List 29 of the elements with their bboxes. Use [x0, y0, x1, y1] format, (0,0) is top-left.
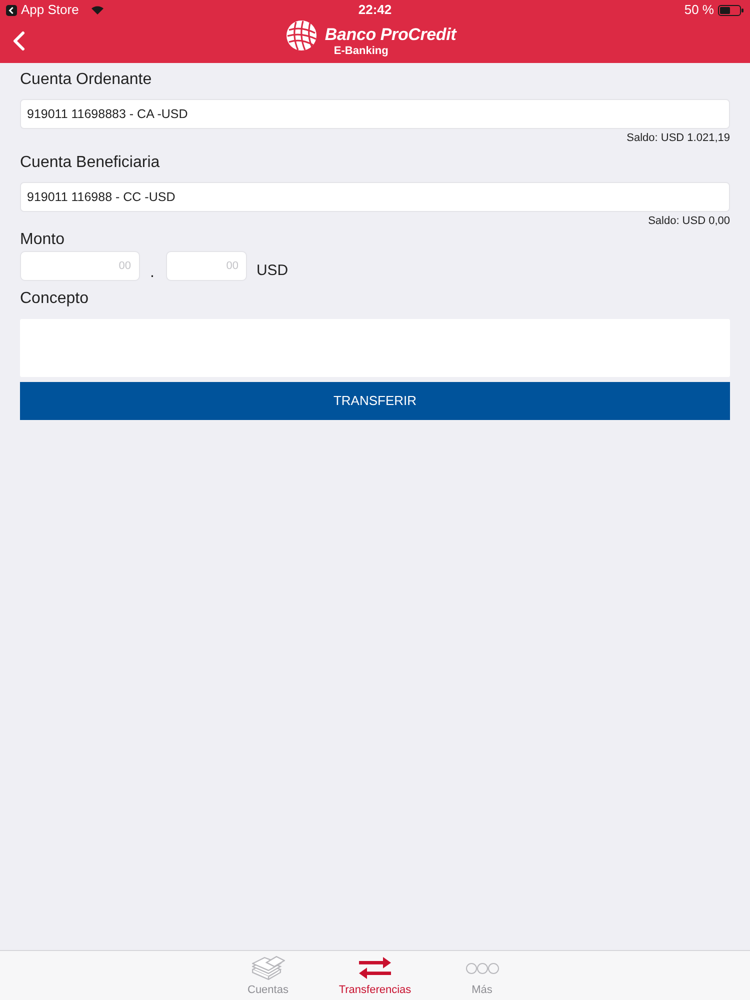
tab-item[interactable]: Transferencias: [325, 951, 425, 1000]
battery-percentage: 50 %: [684, 1, 714, 20]
bank-subtitle: E-Banking: [334, 46, 388, 57]
currency-label: USD: [256, 263, 288, 278]
account-label: Cuenta Ordenante: [20, 72, 152, 88]
clock-time: 22:42: [358, 1, 392, 20]
decimal-separator: .: [150, 265, 154, 281]
app-back-icon: [6, 4, 17, 16]
amount-decimal-field[interactable]: 00: [166, 251, 248, 281]
back-button[interactable]: [12, 31, 26, 51]
account-select-field[interactable]: 919011 11698883 - CA -USD: [20, 99, 730, 129]
back-app-label[interactable]: App Store: [21, 0, 79, 20]
more-dots-icon: [466, 962, 498, 974]
bank-name: Banco ProCredit: [324, 26, 456, 43]
cash-stack-icon: [252, 956, 284, 980]
amount-integer-field[interactable]: 00: [20, 251, 140, 281]
swap-arrows-icon: [359, 957, 391, 979]
globe-logo-icon: [286, 20, 317, 51]
account-select-field[interactable]: 919011 116988 - CC -USD: [20, 182, 730, 212]
battery-icon: [718, 4, 744, 16]
transfer-button[interactable]: TRANSFERIR: [20, 382, 730, 420]
wifi-icon: [90, 5, 104, 15]
amount-label: Monto: [20, 232, 64, 248]
balance-text: Saldo: USD 1.021,19: [626, 133, 730, 144]
concept-label: Concepto: [20, 291, 88, 307]
tab-item[interactable]: Más: [432, 951, 532, 1000]
balance-text: Saldo: USD 0,00: [648, 216, 730, 227]
tab-item[interactable]: Cuentas: [218, 951, 318, 1000]
account-label: Cuenta Beneficiaria: [20, 155, 160, 171]
